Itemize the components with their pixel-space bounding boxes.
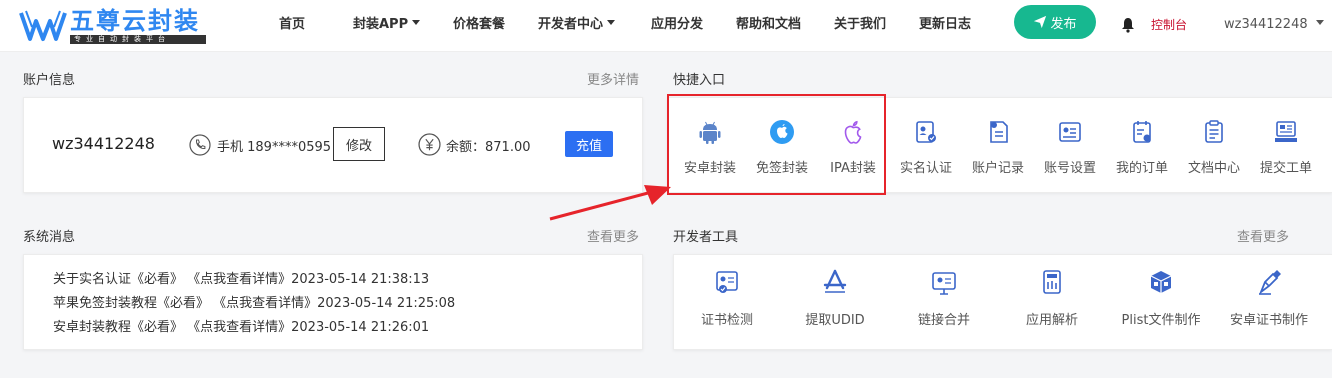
nav-item-label: 应用分发 <box>651 17 704 32</box>
nav-item-label: 封装APP <box>353 17 409 32</box>
devtool-link-merge[interactable]: 链接合并 <box>884 268 1004 334</box>
account-username: wz34412248 <box>52 134 155 153</box>
quick-link-label: 账户记录 <box>971 161 1024 176</box>
quick-link-label: 实名认证 <box>899 161 952 176</box>
devtool-extract-udid[interactable]: 提取UDID <box>775 268 895 334</box>
certificate-check-icon <box>716 271 738 293</box>
devtool-label: 提取UDID <box>805 313 865 328</box>
balance: 余额：871.00 <box>446 140 531 155</box>
username: wz34412248 <box>1224 17 1308 32</box>
app-analysis-icon <box>1043 270 1061 294</box>
yen-icon <box>418 133 441 156</box>
devtool-android-cert[interactable]: 安卓证书制作 <box>1209 268 1329 334</box>
devtool-label: 安卓证书制作 <box>1229 313 1308 328</box>
nav-item-changelog[interactable]: 更新日志 <box>919 0 971 52</box>
console-link[interactable]: 控制台 <box>1151 0 1187 50</box>
nav-item-home[interactable]: 首页 <box>279 0 305 52</box>
quick-link-docs[interactable]: 文档中心 <box>1178 113 1250 179</box>
phone-number: 手机 189****0595 <box>217 140 332 155</box>
devtool-label: Plist文件制作 <box>1121 313 1201 328</box>
nav-item-label: 价格套餐 <box>453 17 506 32</box>
quick-link-label: 文档中心 <box>1187 161 1240 176</box>
message-item[interactable]: 安卓封装教程《必看》 《点我查看详情》2023-05-14 21:26:01 <box>53 316 429 335</box>
plist-icon <box>1150 271 1172 293</box>
nav-item-label: 首页 <box>279 17 306 32</box>
devtools-more-link[interactable]: 查看更多 <box>1237 226 1289 245</box>
paper-plane-icon <box>1034 15 1047 29</box>
nav-item-label: 帮助和文档 <box>736 17 802 32</box>
top-navbar: 五尊云封装 专业自动封装平台 首页 封装APP 价格套餐 开发者中心 应用分发 … <box>0 0 1332 52</box>
ticket-icon <box>1275 121 1297 142</box>
devtool-label: 应用解析 <box>1025 313 1078 328</box>
message-item[interactable]: 苹果免签封装教程《必看》 《点我查看详情》2023-05-14 21:25:08 <box>53 292 455 311</box>
nav-item-label: 更新日志 <box>919 17 972 32</box>
quick-link-submit-ticket[interactable]: 提交工单 <box>1250 113 1322 179</box>
nav-item-about[interactable]: 关于我们 <box>834 0 886 52</box>
brand-slogan: 专业自动封装平台 <box>70 35 206 44</box>
brand-logo[interactable]: 五尊云封装 专业自动封装平台 <box>18 6 206 46</box>
caret-down-icon <box>412 20 421 25</box>
phone-icon <box>189 134 211 156</box>
devtool-label: 证书检测 <box>700 313 753 328</box>
devtools-section-title: 开发者工具 <box>673 230 739 245</box>
devtool-plist-maker[interactable]: Plist文件制作 <box>1101 268 1221 334</box>
messages-more-link[interactable]: 查看更多 <box>587 226 639 245</box>
edit-phone-button[interactable]: 修改 <box>333 127 385 161</box>
quick-link-account-record[interactable]: 账户记录 <box>962 113 1034 179</box>
quick-link-my-orders[interactable]: 我的订单 <box>1106 113 1178 179</box>
quick-link-real-name[interactable]: 实名认证 <box>890 113 962 179</box>
brand-name: 五尊云封装 <box>70 7 200 35</box>
document-icon <box>1205 120 1223 143</box>
bell-icon[interactable] <box>1120 17 1136 33</box>
account-section-title: 账户信息 <box>23 73 76 88</box>
account-more-link[interactable]: 更多详情 <box>587 69 639 88</box>
quick-link-label: 账号设置 <box>1043 161 1096 176</box>
publish-label: 发布 <box>1050 16 1077 32</box>
quick-link-label: 提交工单 <box>1259 161 1312 176</box>
caret-down-icon <box>1315 20 1324 25</box>
publish-button[interactable]: 发布 <box>1014 5 1096 39</box>
annotation-arrow-icon <box>549 185 671 221</box>
caret-down-icon <box>607 20 616 25</box>
recharge-button[interactable]: 充值 <box>565 131 613 157</box>
nav-item-help[interactable]: 帮助和文档 <box>736 0 801 52</box>
logo-mark-icon <box>19 10 67 41</box>
nav-item-label: 关于我们 <box>834 17 887 32</box>
highlight-annotation-box <box>667 94 886 195</box>
devtool-app-analysis[interactable]: 应用解析 <box>992 268 1112 334</box>
nav-item-pricing[interactable]: 价格套餐 <box>453 0 505 52</box>
devtool-certificate-check[interactable]: 证书检测 <box>667 268 787 334</box>
account-record-icon <box>990 121 1008 143</box>
user-menu[interactable]: wz34412248 <box>1224 0 1324 50</box>
order-icon <box>1133 121 1151 143</box>
nav-item-package-app[interactable]: 封装APP <box>353 0 421 52</box>
quick-link-account-settings[interactable]: 账号设置 <box>1034 113 1106 179</box>
nav-item-distribution[interactable]: 应用分发 <box>651 0 703 52</box>
android-cert-icon <box>1258 270 1281 295</box>
devtool-label: 链接合并 <box>917 313 970 328</box>
link-merge-icon <box>932 272 956 295</box>
nav-item-developer[interactable]: 开发者中心 <box>538 0 616 52</box>
messages-section-title: 系统消息 <box>23 230 76 245</box>
message-item[interactable]: 关于实名认证《必看》 《点我查看详情》2023-05-14 21:38:13 <box>53 268 429 287</box>
quick-link-label: 我的订单 <box>1115 161 1168 176</box>
id-card-icon <box>916 121 936 143</box>
account-settings-icon <box>1059 122 1081 142</box>
nav-item-label: 开发者中心 <box>538 17 604 32</box>
app-store-icon <box>823 269 847 293</box>
quick-section-title: 快捷入口 <box>673 73 726 88</box>
